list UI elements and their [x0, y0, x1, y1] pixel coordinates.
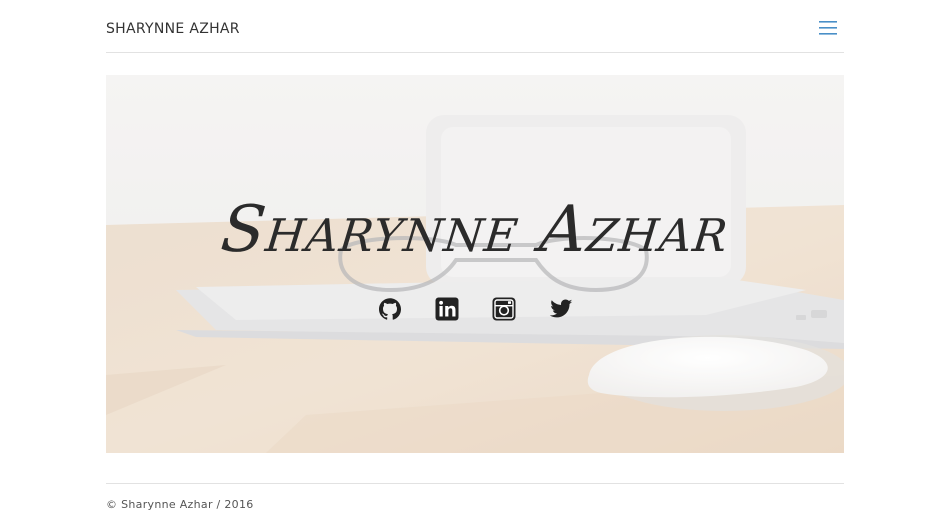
instagram-icon[interactable]	[492, 297, 516, 321]
footer-divider	[106, 483, 844, 484]
twitter-icon[interactable]	[549, 297, 573, 321]
site-title[interactable]: SHARYNNE AZHAR	[106, 21, 240, 37]
hero-title: Sharynne Azhar	[217, 193, 733, 267]
github-icon[interactable]	[378, 297, 402, 321]
linkedin-icon[interactable]	[435, 297, 459, 321]
page: SHARYNNE AZHAR Sharynne Azhar © Sharynne…	[0, 0, 933, 527]
header-divider	[106, 52, 844, 53]
social-links	[106, 297, 844, 321]
hamburger-menu-icon[interactable]	[817, 18, 839, 38]
footer-copyright: © Sharynne Azhar / 2016	[106, 498, 254, 511]
hero-banner: Sharynne Azhar	[106, 75, 844, 453]
